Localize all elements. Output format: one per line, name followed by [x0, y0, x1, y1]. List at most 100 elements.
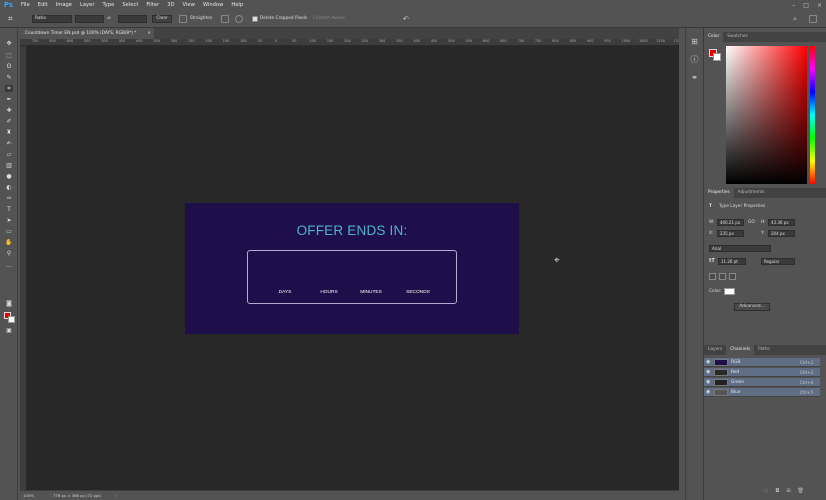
channel-row[interactable]: ◉ Green Ctrl+4 [704, 378, 820, 387]
ratio-select[interactable]: Ratio [32, 15, 72, 23]
visibility-eye-icon[interactable]: ◉ [706, 358, 710, 367]
font-size-field[interactable]: 11.26 pt [718, 258, 746, 265]
days-label[interactable]: DAYS [279, 290, 292, 295]
crop-tool-icon[interactable]: ⌗ [8, 15, 16, 23]
close-window-icon[interactable]: × [817, 0, 822, 11]
text-color-swatch[interactable] [724, 288, 735, 295]
menu-image[interactable]: Image [52, 0, 76, 11]
minimize-icon[interactable]: – [792, 0, 795, 11]
tab-properties[interactable]: Properties [704, 188, 734, 198]
menu-type[interactable]: Type [98, 0, 118, 11]
seconds-label[interactable]: SECONDS [406, 290, 430, 295]
tab-close-icon[interactable]: × [147, 28, 151, 39]
menu-layer[interactable]: Layer [76, 0, 98, 11]
marquee-tool-icon[interactable]: ⬚ [5, 52, 13, 59]
menu-help[interactable]: Help [227, 0, 247, 11]
align-left-icon[interactable] [709, 273, 716, 280]
rectangle-tool-icon[interactable]: ▭ [5, 228, 13, 235]
width-field[interactable]: 406.21 px [717, 219, 744, 226]
tab-layers[interactable]: Layers [704, 345, 726, 355]
tab-swatches[interactable]: Swatches [723, 32, 752, 42]
info-panel-icon[interactable]: ⓘ [690, 55, 699, 64]
advanced-button[interactable]: Advanced... [734, 303, 770, 311]
link-dimensions-icon[interactable]: GO [748, 219, 755, 226]
save-selection-icon[interactable]: ◘ [775, 488, 779, 494]
brush-tool-icon[interactable]: ✐ [5, 118, 13, 125]
delete-icon[interactable]: 🗑 [798, 488, 804, 494]
zoom-level[interactable]: 100% [23, 491, 34, 500]
load-selection-icon[interactable]: ◌ [764, 488, 768, 494]
pen-tool-icon[interactable]: ✑ [5, 195, 13, 202]
menu-filter[interactable]: Filter [142, 0, 163, 11]
swap-icon[interactable]: ⇄ [107, 15, 111, 23]
delete-cropped-checkbox[interactable] [252, 16, 258, 22]
crop-tool-icon[interactable]: ⌗ [5, 85, 13, 92]
color-panel-background-swatch[interactable] [713, 53, 721, 61]
character-panel-icon[interactable]: ⚭ [690, 73, 699, 82]
align-right-icon[interactable] [729, 273, 736, 280]
dodge-tool-icon[interactable]: ◐ [5, 184, 13, 191]
align-center-icon[interactable] [719, 273, 726, 280]
font-style-select[interactable]: Regular [761, 258, 795, 265]
content-aware-label[interactable]: Content-Aware [313, 15, 345, 23]
search-icon[interactable]: ⌕ [793, 15, 801, 23]
menu-3d[interactable]: 3D [163, 0, 178, 11]
menu-file[interactable]: File [17, 0, 34, 11]
screen-mode-icon[interactable]: ▣ [5, 327, 13, 334]
lasso-tool-icon[interactable]: ʘ [5, 63, 13, 70]
history-panel-icon[interactable]: ⊞ [690, 37, 699, 46]
hours-label[interactable]: HOURS [320, 290, 337, 295]
maximize-icon[interactable]: □ [803, 0, 809, 11]
tab-adjustments[interactable]: Adjustments [734, 188, 769, 198]
font-family-select[interactable]: Arial [709, 245, 771, 252]
tab-channels[interactable]: Channels [726, 345, 755, 355]
y-field[interactable]: 204 px [768, 230, 795, 237]
visibility-eye-icon[interactable]: ◉ [706, 368, 710, 377]
document-tab[interactable]: Countdown Timer EN.psd @ 100% (DAYS, RGB… [20, 28, 154, 39]
menu-window[interactable]: Window [199, 0, 227, 11]
quick-select-tool-icon[interactable]: ✎ [5, 74, 13, 81]
clear-button[interactable]: Clear [152, 15, 172, 23]
width-ratio-input[interactable] [75, 15, 104, 23]
menu-select[interactable]: Select [118, 0, 142, 11]
vertical-ruler[interactable] [20, 46, 27, 490]
eraser-tool-icon[interactable]: ▱ [5, 151, 13, 158]
straighten-icon[interactable] [179, 15, 187, 23]
workspace-icon[interactable] [809, 15, 817, 23]
status-menu-arrow[interactable]: › [115, 491, 117, 500]
menu-view[interactable]: View [179, 0, 199, 11]
menu-edit[interactable]: Edit [34, 0, 52, 11]
channel-row[interactable]: ◉ RGB Ctrl+2 [704, 358, 820, 367]
visibility-eye-icon[interactable]: ◉ [706, 388, 710, 397]
history-brush-tool-icon[interactable]: ✍ [5, 140, 13, 147]
height-field[interactable]: 43.36 px [768, 219, 795, 226]
minutes-label[interactable]: MINUTES [360, 290, 382, 295]
clone-stamp-tool-icon[interactable]: ♜ [5, 129, 13, 136]
tab-paths[interactable]: Paths [754, 345, 774, 355]
tab-color[interactable]: Color [704, 32, 724, 42]
move-tool-icon[interactable]: ✥ [5, 40, 13, 47]
new-channel-icon[interactable]: ⊞ [786, 488, 790, 494]
more-tools-icon[interactable]: … [5, 262, 13, 269]
visibility-eye-icon[interactable]: ◉ [706, 378, 710, 387]
blur-tool-icon[interactable]: ● [5, 173, 13, 180]
channel-row[interactable]: ◉ Blue Ctrl+5 [704, 388, 820, 397]
quick-mask-icon[interactable]: ◙ [5, 300, 13, 307]
zoom-tool-icon[interactable]: ⚲ [5, 250, 13, 257]
horizontal-ruler[interactable]: 700 650 600 550 500 450 400 350 300 250 200 150 100 5… [20, 39, 679, 46]
hand-tool-icon[interactable]: ✋ [5, 239, 13, 246]
path-selection-tool-icon[interactable]: ➤ [5, 217, 13, 224]
background-color-swatch[interactable] [8, 316, 15, 323]
x-field[interactable]: 235 px [717, 230, 744, 237]
reset-icon[interactable]: ↶ [403, 15, 411, 23]
gear-icon[interactable] [235, 15, 243, 23]
color-picker-field[interactable] [726, 46, 807, 184]
grid-overlay-icon[interactable] [221, 15, 229, 23]
healing-brush-tool-icon[interactable]: ✚ [5, 107, 13, 114]
hue-slider[interactable] [810, 46, 815, 184]
height-ratio-input[interactable] [118, 15, 147, 23]
timer-frame[interactable] [247, 250, 457, 304]
channel-row[interactable]: ◉ Red Ctrl+3 [704, 368, 820, 377]
gradient-tool-icon[interactable]: ▥ [5, 162, 13, 169]
offer-title[interactable]: OFFER ENDS IN: [185, 223, 519, 238]
